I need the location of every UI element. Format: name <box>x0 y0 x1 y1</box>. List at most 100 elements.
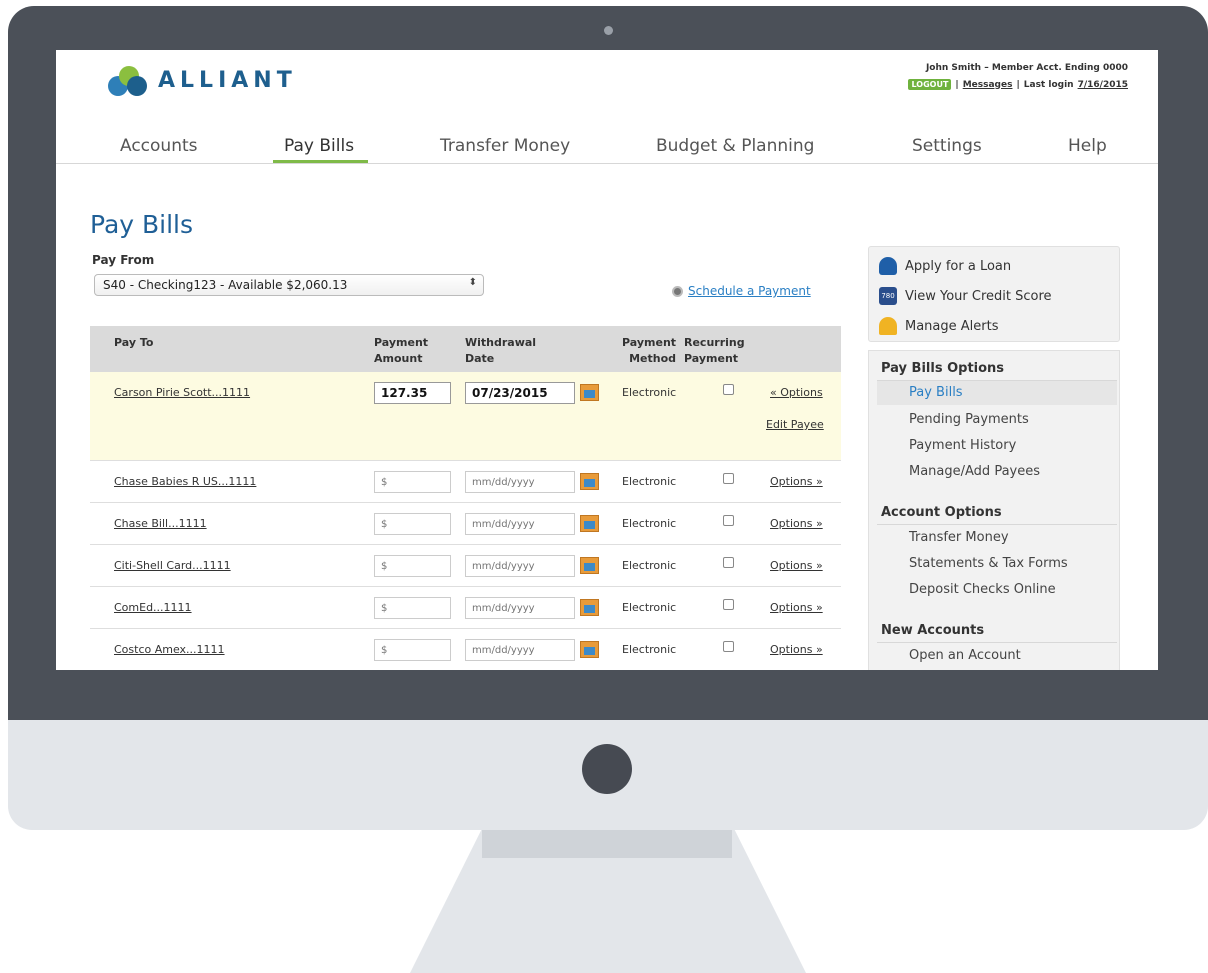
user-links: LOGOUT | Messages | Last login 7/16/2015 <box>908 79 1128 90</box>
camera-icon <box>604 26 613 35</box>
manage-alerts-link[interactable]: Manage Alerts <box>879 317 999 335</box>
options-link[interactable]: Options » <box>770 475 823 488</box>
edit-payee-link[interactable]: Edit Payee <box>766 418 824 431</box>
divider <box>877 642 1117 643</box>
select-arrow-icon: ⬍ <box>468 277 477 288</box>
table-row: Citi-Shell Card...1111 Electronic Option… <box>90 545 841 587</box>
options-link[interactable]: Options » <box>770 517 823 530</box>
withdrawal-date-input[interactable] <box>465 382 575 404</box>
bell-icon <box>879 317 897 335</box>
last-login-date[interactable]: 7/16/2015 <box>1078 80 1128 90</box>
sidebar-item-transfer-money[interactable]: Transfer Money <box>909 530 1009 545</box>
header-withdrawal-date: Withdrawal Date <box>465 336 537 365</box>
apply-loan-label: Apply for a Loan <box>905 258 1012 274</box>
recurring-checkbox[interactable] <box>723 599 734 610</box>
recurring-checkbox[interactable] <box>723 641 734 652</box>
table-row: Chase Bill...1111 Electronic Options » <box>90 503 841 545</box>
options-link[interactable]: Options » <box>770 643 823 656</box>
payment-amount-input[interactable] <box>374 513 451 535</box>
manage-alerts-label: Manage Alerts <box>905 318 999 334</box>
nav-transfer-money[interactable]: Transfer Money <box>440 136 570 156</box>
messages-link[interactable]: Messages <box>963 80 1013 90</box>
recurring-checkbox[interactable] <box>723 384 734 395</box>
sidebar-item-payment-history[interactable]: Payment History <box>909 438 1016 453</box>
calendar-icon[interactable] <box>580 473 599 490</box>
payee-link[interactable]: Carson Pirie Scott...1111 <box>114 386 250 399</box>
payment-amount-input[interactable] <box>374 597 451 619</box>
apply-loan-link[interactable]: Apply for a Loan <box>879 257 1011 275</box>
header-pay-to: Pay To <box>114 336 154 349</box>
separator: | <box>1016 79 1020 90</box>
account-options-heading: Account Options <box>881 505 1002 520</box>
schedule-payment[interactable]: Schedule a Payment <box>672 284 811 298</box>
payment-method: Electronic <box>622 601 677 614</box>
recurring-checkbox[interactable] <box>723 473 734 484</box>
sidebar-menu: Pay Bills Options Pay Bills Pending Paym… <box>868 350 1120 670</box>
payment-amount-input[interactable] <box>374 555 451 577</box>
new-accounts-heading: New Accounts <box>881 623 985 638</box>
divider <box>877 380 1117 381</box>
page-title: Pay Bills <box>90 210 194 239</box>
table-row: ComEd...1111 Electronic Options » <box>90 587 841 629</box>
sidebar-item-pending-payments[interactable]: Pending Payments <box>909 412 1029 427</box>
withdrawal-date-input[interactable] <box>465 471 575 493</box>
sidebar-item-pay-bills[interactable]: Pay Bills <box>909 385 963 400</box>
withdrawal-date-input[interactable] <box>465 555 575 577</box>
credit-score-icon: 780 <box>879 287 897 305</box>
options-link[interactable]: Options » <box>770 601 823 614</box>
pay-bills-options-heading: Pay Bills Options <box>881 361 1005 376</box>
payment-method: Electronic <box>622 559 677 572</box>
sidebar-item-deposit-checks[interactable]: Deposit Checks Online <box>909 582 1056 597</box>
options-link[interactable]: Options » <box>770 559 823 572</box>
table-header: Pay To Payment Amount Withdrawal Date Paym… <box>90 326 841 372</box>
payment-amount-input[interactable] <box>374 639 451 661</box>
main-nav: Accounts Pay Bills Transfer Money Budget… <box>56 124 1158 164</box>
nav-accounts[interactable]: Accounts <box>120 136 198 156</box>
payment-amount-input[interactable] <box>374 471 451 493</box>
credit-score-link[interactable]: 780 View Your Credit Score <box>879 287 1052 305</box>
payee-link[interactable]: ComEd...1111 <box>114 601 192 614</box>
separator: | <box>955 79 959 90</box>
calendar-icon[interactable] <box>580 641 599 658</box>
withdrawal-date-input[interactable] <box>465 513 575 535</box>
sidebar-item-open-account[interactable]: Open an Account <box>909 648 1021 663</box>
payment-method: Electronic <box>622 643 677 656</box>
withdrawal-date-input[interactable] <box>465 597 575 619</box>
quick-links-panel: Apply for a Loan 780 View Your Credit Sc… <box>868 246 1120 342</box>
payee-link[interactable]: Chase Babies R US...1111 <box>114 475 256 488</box>
table-row: Costco Amex...1111 Electronic Options » <box>90 629 841 670</box>
nav-budget-planning[interactable]: Budget & Planning <box>656 136 814 156</box>
payee-link[interactable]: Citi-Shell Card...1111 <box>114 559 231 572</box>
header-payment-method: Payment Method <box>622 336 677 365</box>
payment-method: Electronic <box>622 517 677 530</box>
nav-settings[interactable]: Settings <box>912 136 982 156</box>
sidebar-item-statements[interactable]: Statements & Tax Forms <box>909 556 1068 571</box>
schedule-icon <box>672 285 683 297</box>
recurring-checkbox[interactable] <box>723 557 734 568</box>
payment-method: Electronic <box>622 475 677 488</box>
recurring-checkbox[interactable] <box>723 515 734 526</box>
alliant-logo[interactable]: ALLIANT <box>108 64 297 96</box>
logo-text: ALLIANT <box>158 67 297 93</box>
payee-link[interactable]: Chase Bill...1111 <box>114 517 207 530</box>
payment-amount-input[interactable] <box>374 382 451 404</box>
credit-score-label: View Your Credit Score <box>905 288 1052 304</box>
withdrawal-date-input[interactable] <box>465 639 575 661</box>
nav-pay-bills[interactable]: Pay Bills <box>284 136 354 156</box>
person-icon <box>879 257 897 275</box>
payee-link[interactable]: Costco Amex...1111 <box>114 643 225 656</box>
sidebar-item-manage-payees[interactable]: Manage/Add Payees <box>909 464 1040 479</box>
schedule-payment-link[interactable]: Schedule a Payment <box>688 284 811 298</box>
calendar-icon[interactable] <box>580 384 599 401</box>
monitor-logo-icon <box>582 744 632 794</box>
options-link[interactable]: « Options <box>770 386 823 399</box>
logout-button[interactable]: LOGOUT <box>908 79 952 90</box>
calendar-icon[interactable] <box>580 515 599 532</box>
calendar-icon[interactable] <box>580 599 599 616</box>
screen: ALLIANT John Smith – Member Acct. Ending… <box>56 50 1158 670</box>
calendar-icon[interactable] <box>580 557 599 574</box>
nav-help[interactable]: Help <box>1068 136 1107 156</box>
pay-from-value: S40 - Checking123 - Available $2,060.13 <box>103 278 348 292</box>
pay-from-select[interactable]: S40 - Checking123 - Available $2,060.13 … <box>94 274 484 296</box>
table-row: Chase Babies R US...1111 Electronic Opti… <box>90 461 841 503</box>
